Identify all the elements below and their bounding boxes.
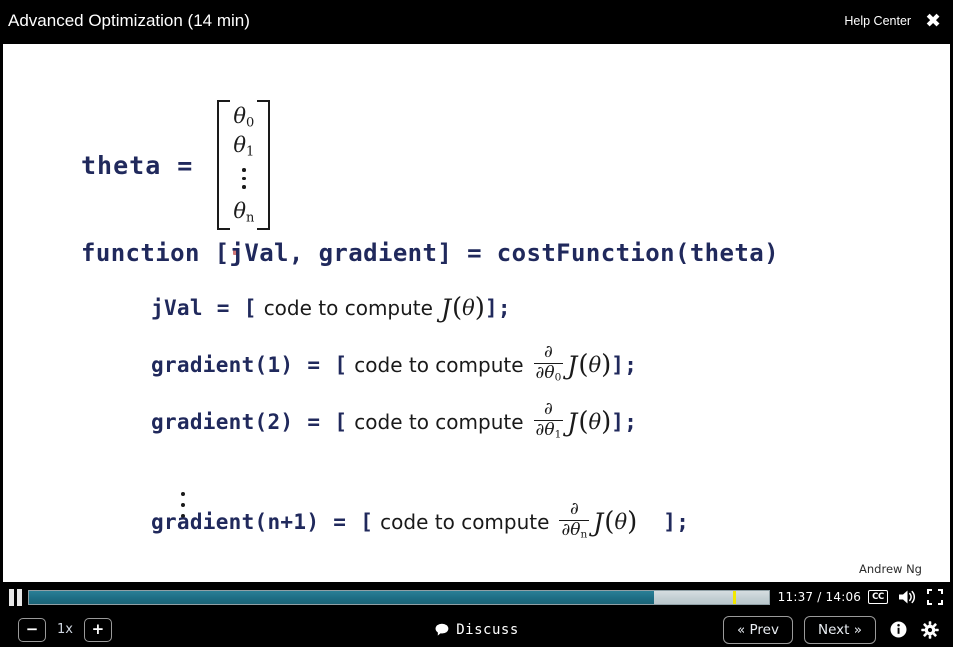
playback-speed-value: 1x bbox=[57, 622, 73, 637]
code-line-gradient-2: gradient(2) = [ code to compute ∂ ∂θ1 J … bbox=[151, 399, 638, 442]
prev-button[interactable]: « Prev bbox=[722, 615, 793, 644]
next-button[interactable]: Next » bbox=[803, 615, 876, 644]
seek-bar-playhead[interactable] bbox=[733, 590, 737, 604]
gradient1-derivative-denominator: ∂θ0 bbox=[535, 363, 562, 385]
lecture-navigation: « Prev Next » bbox=[722, 615, 953, 644]
gradientn-derivative-numerator: ∂ bbox=[569, 499, 579, 519]
gradient2-prose: code to compute bbox=[354, 410, 524, 435]
seek-bar-played bbox=[29, 590, 655, 604]
player-control-bar: − 1x + Discuss « Prev Next » bbox=[0, 612, 953, 647]
video-lecture-player: Advanced Optimization (14 min) Help Cent… bbox=[0, 0, 953, 647]
gradientn-derivative-denominator: ∂θn bbox=[561, 520, 588, 542]
jval-lhs: jVal bbox=[151, 296, 203, 320]
gradient1-equals: = bbox=[307, 353, 321, 378]
jval-equals: = bbox=[216, 296, 230, 320]
gradientn-lhs: gradient(n+1) bbox=[151, 510, 320, 535]
cc-label: CC bbox=[868, 589, 888, 605]
gradientn-paren-open: ( bbox=[604, 507, 615, 538]
gradient1-paren-open: ( bbox=[578, 350, 589, 381]
page-title: Advanced Optimization (14 min) bbox=[8, 11, 250, 30]
jval-open-bracket: [ bbox=[243, 296, 257, 320]
gradient2-equals: = bbox=[307, 410, 321, 435]
matrix-row-theta0: θ0 bbox=[233, 104, 255, 131]
gradient1-prose: code to compute bbox=[354, 353, 524, 378]
gradient2-paren-open: ( bbox=[578, 407, 589, 438]
jval-cost-arg: θ bbox=[462, 296, 475, 320]
gear-icon[interactable] bbox=[921, 620, 939, 639]
function-signature: function [jVal, gradient] = costFunction… bbox=[81, 239, 779, 267]
gradientn-close: ]; bbox=[663, 510, 690, 535]
theta-variable-label: theta bbox=[81, 150, 162, 180]
timecode-label: 11:37 / 14:06 bbox=[777, 590, 862, 604]
jval-paren-open: ( bbox=[451, 293, 463, 323]
gradient2-partial-derivative: ∂ ∂θ1 bbox=[533, 399, 564, 442]
fullscreen-icon[interactable] bbox=[927, 589, 943, 605]
gradient1-open-bracket: [ bbox=[334, 353, 348, 378]
matrix-row-thetan: θn bbox=[233, 198, 255, 226]
gradientn-prose: code to compute bbox=[380, 510, 550, 535]
minus-icon: − bbox=[25, 620, 39, 638]
theta-equals-sign: = bbox=[177, 150, 194, 180]
gradientn-open-bracket: [ bbox=[360, 510, 374, 535]
player-progress-bar: 11:37 / 14:06 CC bbox=[0, 582, 953, 612]
info-icon[interactable] bbox=[890, 621, 907, 638]
code-line-jval: jVal = [ code to compute J ( θ ) ]; bbox=[151, 293, 511, 323]
jval-close: ]; bbox=[484, 296, 511, 320]
gradientn-equals: = bbox=[333, 510, 347, 535]
gradient2-lhs: gradient(2) bbox=[151, 410, 294, 435]
title-bar: Advanced Optimization (14 min) Help Cent… bbox=[0, 0, 953, 42]
lecture-slide: theta = θ0 θ1 θn function [jVal, gradien… bbox=[3, 44, 950, 582]
plus-icon: + bbox=[91, 620, 105, 638]
speech-bubble-icon bbox=[434, 623, 449, 636]
theta-column-matrix: θ0 θ1 θn bbox=[217, 100, 271, 231]
matrix-vertical-ellipsis bbox=[242, 161, 246, 198]
slide-attribution: Andrew Ng bbox=[859, 562, 922, 576]
discuss-button[interactable]: Discuss bbox=[434, 622, 519, 638]
gradient1-lhs: gradient(1) bbox=[151, 353, 294, 378]
gradient1-paren-close: ) bbox=[601, 350, 612, 381]
volume-icon[interactable] bbox=[898, 589, 917, 605]
gradient2-open-bracket: [ bbox=[334, 410, 348, 435]
gradient2-cost-symbol: J bbox=[567, 407, 578, 437]
jval-cost-symbol: J bbox=[440, 293, 451, 323]
gradient2-derivative-numerator: ∂ bbox=[544, 399, 553, 419]
jval-prose: code to compute bbox=[263, 296, 433, 320]
gradient2-cost-arg: θ bbox=[588, 410, 602, 435]
gradient1-close: ]; bbox=[611, 353, 638, 378]
gradientn-cost-arg: θ bbox=[614, 510, 628, 535]
gradient1-partial-derivative: ∂ ∂θ0 bbox=[533, 342, 564, 385]
speed-increase-button[interactable]: + bbox=[83, 617, 112, 642]
jval-paren-close: ) bbox=[474, 293, 485, 323]
gradient1-cost-symbol: J bbox=[567, 350, 578, 380]
title-bar-actions: Help Center ✖ bbox=[844, 11, 953, 31]
pause-icon[interactable] bbox=[0, 588, 26, 606]
close-icon[interactable]: ✖ bbox=[925, 11, 941, 31]
gradient2-paren-close: ) bbox=[601, 407, 612, 438]
matrix-row-theta1: θ1 bbox=[233, 132, 255, 160]
playback-speed-controls: − 1x + bbox=[0, 617, 112, 642]
gradient2-derivative-denominator: ∂θ1 bbox=[535, 420, 562, 442]
gradient1-derivative-numerator: ∂ bbox=[544, 342, 553, 362]
gradientn-cost-symbol: J bbox=[593, 507, 604, 537]
gradient1-cost-arg: θ bbox=[588, 353, 602, 378]
seek-bar[interactable] bbox=[28, 589, 770, 605]
gradient2-close: ]; bbox=[611, 410, 638, 435]
code-line-gradient-1: gradient(1) = [ code to compute ∂ ∂θ0 J … bbox=[151, 342, 638, 385]
slide-container: theta = θ0 θ1 θn function [jVal, gradien… bbox=[0, 42, 953, 582]
gradientn-paren-close: ) bbox=[627, 507, 638, 538]
gradientn-partial-derivative: ∂ ∂θn bbox=[559, 499, 590, 542]
discuss-label: Discuss bbox=[456, 621, 519, 638]
closed-captions-button[interactable]: CC bbox=[868, 589, 888, 605]
code-line-gradient-n: gradient(n+1) = [ code to compute ∂ ∂θn … bbox=[151, 499, 690, 542]
speed-decrease-button[interactable]: − bbox=[18, 617, 46, 642]
help-center-link[interactable]: Help Center bbox=[844, 14, 911, 28]
theta-vector-definition: theta = θ0 θ1 θn bbox=[81, 100, 271, 255]
